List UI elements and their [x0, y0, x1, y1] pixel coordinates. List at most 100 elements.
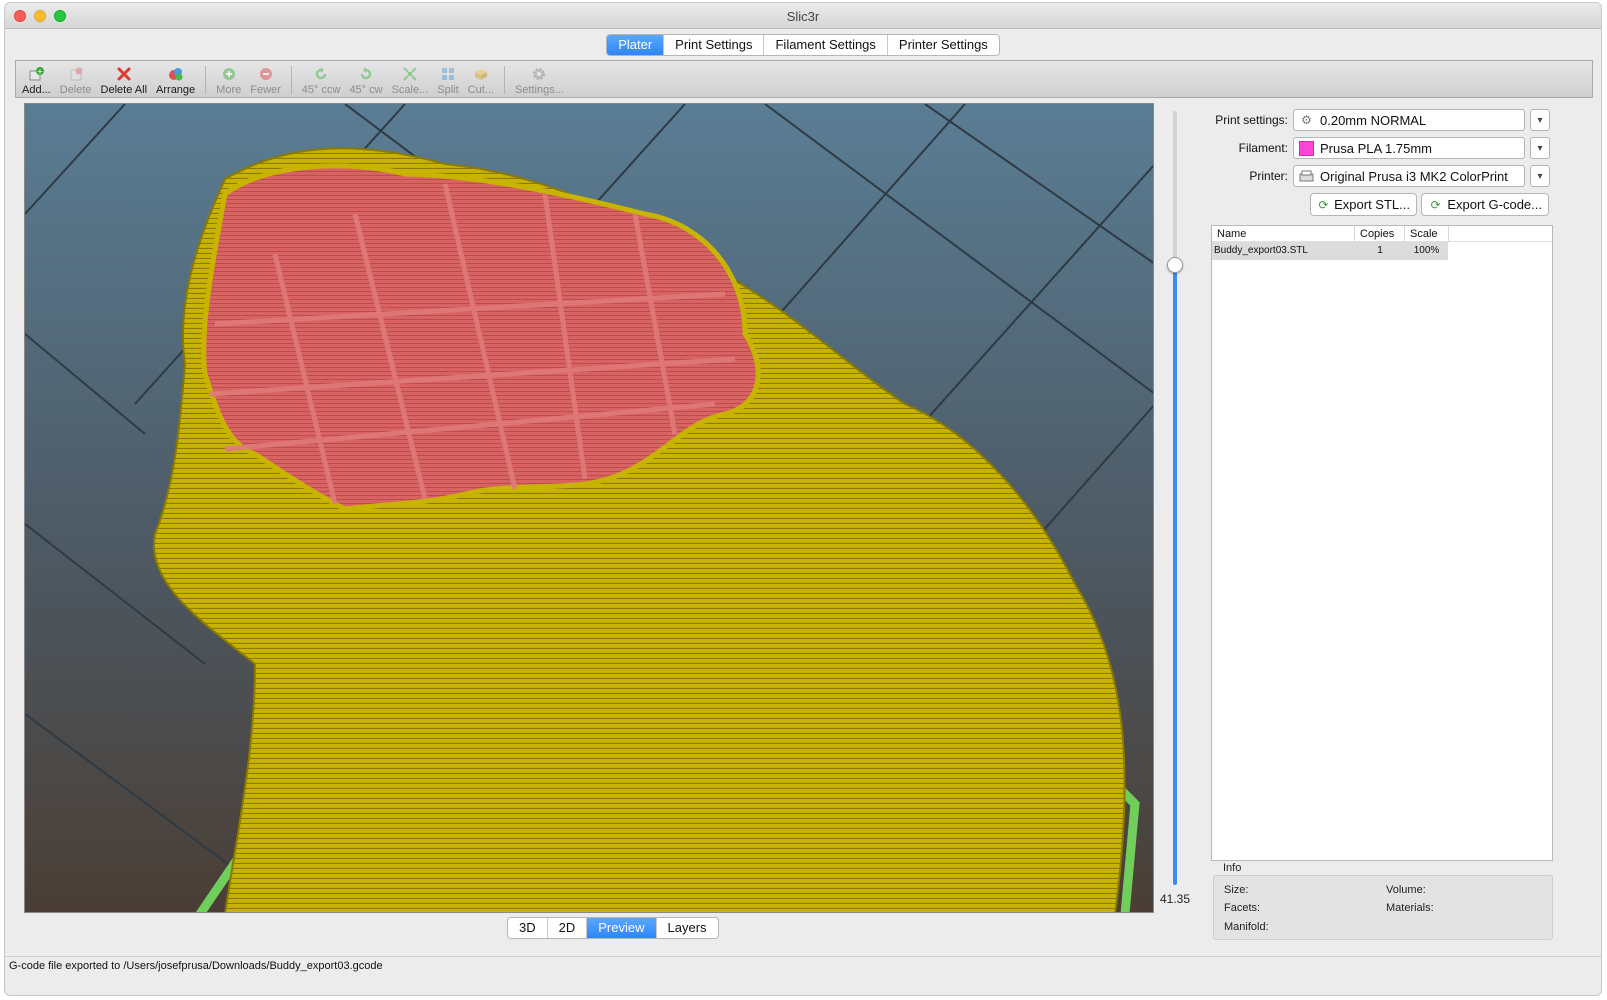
chevron-down-icon: ▾: [1537, 114, 1543, 126]
object-list-header: Name Copies Scale: [1212, 226, 1552, 242]
size-label: Size:: [1224, 884, 1249, 896]
rotate-ccw-label: 45° ccw: [301, 84, 341, 96]
layer-height-value: 41.35: [1159, 892, 1191, 906]
table-row[interactable]: Buddy_export03.STL 1 100%: [1212, 242, 1448, 260]
arrange-icon: [168, 66, 184, 82]
printer-combo[interactable]: Original Prusa i3 MK2 ColorPrint: [1293, 165, 1525, 187]
delete-all-icon: [116, 66, 132, 82]
printer-icon: [1299, 169, 1314, 184]
scale-icon: [402, 66, 418, 82]
arrange-button[interactable]: Arrange: [156, 61, 195, 96]
split-button[interactable]: Split: [437, 61, 459, 96]
printer-label: Printer:: [1249, 169, 1288, 183]
fewer-label: Fewer: [250, 84, 281, 96]
filament-color-icon: [1299, 140, 1314, 156]
more-label: More: [216, 84, 242, 96]
export-icon: ⟳: [1430, 197, 1441, 212]
delete-label: Delete: [59, 84, 92, 96]
object-settings-button[interactable]: Settings...: [515, 61, 564, 96]
view-tabs: 3D 2D Preview Layers: [507, 917, 719, 939]
tab-3d[interactable]: 3D: [508, 918, 547, 938]
tab-preview[interactable]: Preview: [586, 918, 656, 938]
delete-button[interactable]: Delete: [60, 61, 92, 96]
export-gcode-button[interactable]: ⟳ Export G-code...: [1421, 193, 1549, 216]
filament-dropdown-button[interactable]: ▾: [1530, 137, 1550, 159]
tab-layers[interactable]: Layers: [655, 918, 718, 938]
printer-dropdown-button[interactable]: ▾: [1530, 165, 1550, 187]
plater-toolbar: + Add... Delete Delete All Arrange More …: [15, 60, 1593, 98]
filament-value: Prusa PLA 1.75mm: [1320, 140, 1432, 156]
rotate-cw-icon: [358, 66, 374, 82]
preview-canvas[interactable]: [24, 103, 1154, 913]
gear-icon: [531, 66, 547, 82]
column-scale[interactable]: Scale: [1405, 226, 1449, 241]
svg-text:+: +: [37, 67, 44, 76]
filament-combo[interactable]: Prusa PLA 1.75mm: [1293, 137, 1525, 159]
print-settings-combo[interactable]: ⚙ 0.20mm NORMAL: [1293, 109, 1525, 131]
add-copy-icon: [221, 66, 237, 82]
export-stl-label: Export STL...: [1334, 197, 1410, 212]
add-button[interactable]: + Add...: [22, 61, 51, 96]
tab-print-settings[interactable]: Print Settings: [663, 35, 764, 55]
rotate-cw-button[interactable]: 45° cw: [349, 61, 383, 96]
slider-track-active: [1173, 266, 1177, 885]
layer-slider[interactable]: [1167, 111, 1183, 885]
tab-plater[interactable]: Plater: [607, 35, 664, 55]
object-list[interactable]: Name Copies Scale Buddy_export03.STL 1 1…: [1211, 225, 1553, 861]
volume-label: Volume:: [1386, 884, 1426, 896]
print-settings-row: Print settings: ⚙ 0.20mm NORMAL ▾: [1208, 109, 1600, 131]
export-gcode-label: Export G-code...: [1447, 197, 1542, 212]
toolbar-separator: [290, 66, 292, 94]
window-title: Slic3r: [786, 9, 820, 24]
toolbar-separator: [503, 66, 505, 94]
export-stl-button[interactable]: ⟳ Export STL...: [1310, 193, 1417, 216]
main-tabs: Plater Print Settings Filament Settings …: [5, 34, 1601, 56]
gear-icon: ⚙: [1301, 113, 1312, 127]
materials-label: Materials:: [1386, 902, 1434, 914]
rotate-cw-label: 45° cw: [349, 84, 383, 96]
add-label: Add...: [22, 84, 51, 96]
delete-all-button[interactable]: Delete All: [101, 61, 147, 96]
export-icon: ⟳: [1318, 197, 1329, 212]
app-window: Slic3r Plater Print Settings Filament Se…: [4, 2, 1602, 996]
status-bar: G-code file exported to /Users/josefprus…: [5, 956, 1601, 976]
more-button[interactable]: More: [216, 61, 241, 96]
split-icon: [440, 66, 456, 82]
cut-button[interactable]: Cut...: [468, 61, 494, 96]
tab-printer-settings[interactable]: Printer Settings: [886, 35, 999, 55]
split-label: Split: [437, 84, 459, 96]
info-panel: Info Size: Volume: Facets: Materials: Ma…: [1213, 862, 1553, 942]
toolbar-separator: [205, 66, 207, 94]
filament-row: Filament: Prusa PLA 1.75mm ▾: [1208, 137, 1600, 159]
info-box: Size: Volume: Facets: Materials: Manifol…: [1213, 875, 1553, 940]
title-bar: Slic3r: [5, 3, 1601, 29]
tab-2d[interactable]: 2D: [546, 918, 587, 938]
delete-object-icon: [68, 66, 84, 82]
filament-color-swatch: [1299, 140, 1314, 156]
facets-label: Facets:: [1224, 902, 1261, 914]
settings-label: Settings...: [514, 84, 564, 96]
manifold-label: Manifold:: [1224, 921, 1269, 933]
print-preview-render: [25, 104, 1153, 912]
object-copies: 1: [1377, 245, 1383, 256]
column-name[interactable]: Name: [1212, 226, 1355, 241]
filament-label: Filament:: [1238, 141, 1288, 155]
delete-all-label: Delete All: [100, 84, 148, 96]
cut-icon: [473, 66, 489, 82]
info-title: Info: [1223, 862, 1242, 874]
printer-value: Original Prusa i3 MK2 ColorPrint: [1320, 168, 1508, 184]
tab-filament-settings[interactable]: Filament Settings: [763, 35, 887, 55]
cut-label: Cut...: [467, 84, 494, 96]
print-settings-dropdown-button[interactable]: ▾: [1530, 109, 1550, 131]
object-scale: 100%: [1413, 245, 1440, 256]
scale-button[interactable]: Scale...: [391, 61, 429, 96]
slider-knob[interactable]: [1167, 257, 1183, 273]
add-object-icon: +: [28, 66, 45, 82]
rotate-ccw-button[interactable]: 45° ccw: [301, 61, 341, 96]
print-settings-value: 0.20mm NORMAL: [1320, 112, 1427, 128]
chevron-down-icon: ▾: [1537, 142, 1543, 154]
scale-label: Scale...: [391, 84, 429, 96]
fewer-button[interactable]: Fewer: [250, 61, 281, 96]
print-settings-label: Print settings:: [1215, 113, 1288, 127]
column-copies[interactable]: Copies: [1355, 226, 1405, 241]
